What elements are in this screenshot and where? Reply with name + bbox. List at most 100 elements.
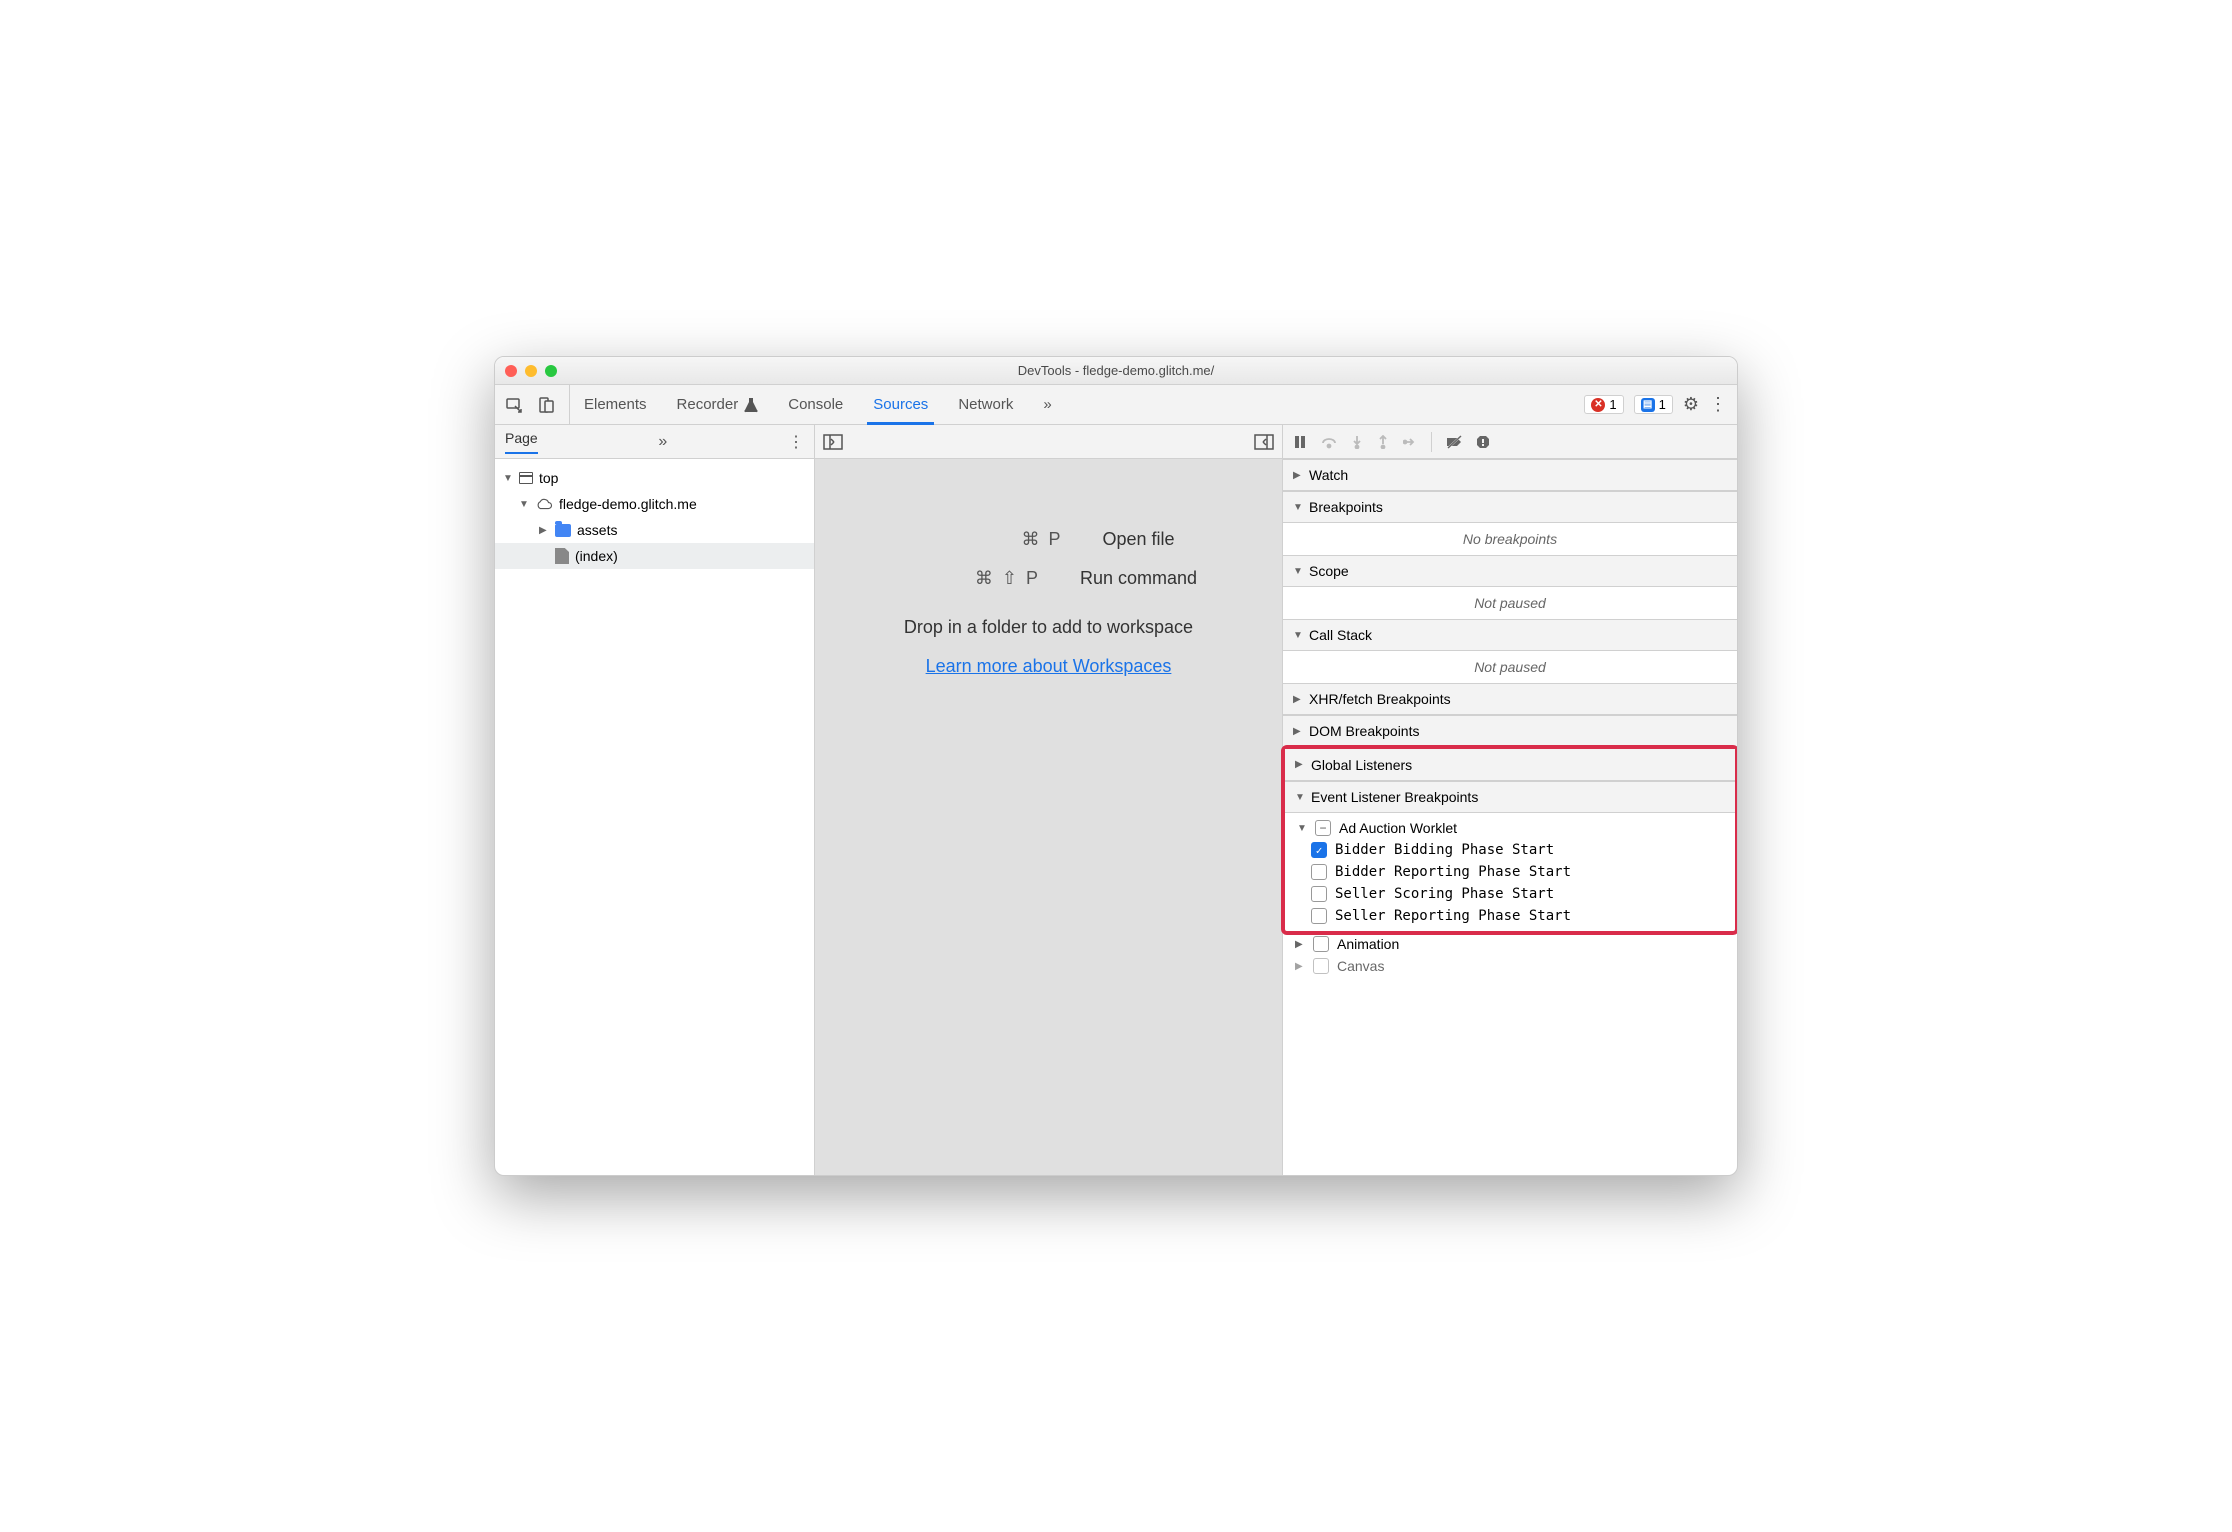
tree-domain[interactable]: ▼ fledge-demo.glitch.me [495,491,814,517]
window-title: DevTools - fledge-demo.glitch.me/ [495,363,1737,378]
chevron-right-icon: ▶ [1293,470,1303,481]
chevron-down-icon: ▼ [1293,630,1303,641]
chevron-down-icon: ▼ [503,473,513,484]
tabs-overflow[interactable]: » [1043,385,1051,424]
chevron-right-icon: ▶ [1293,694,1303,705]
checkbox-unchecked[interactable] [1311,864,1327,880]
panel-tabs: Elements Recorder Console Sources Networ… [584,385,1574,424]
checkbox-unchecked[interactable] [1313,936,1329,952]
section-scope-label: Scope [1309,563,1349,579]
tree-file-index[interactable]: (index) [495,543,814,569]
event-bidder-bidding[interactable]: ✓ Bidder Bidding Phase Start [1291,839,1729,861]
event-seller-scoring[interactable]: Seller Scoring Phase Start [1291,883,1729,905]
section-watch[interactable]: ▶ Watch [1283,459,1737,491]
navigator-overflow[interactable]: » [658,433,667,451]
navigator-menu-icon[interactable]: ⋮ [788,432,804,452]
debugger-pane: ▶Watch ▼Breakpoints No breakpoints ▼Scop… [1283,425,1737,1175]
step-icon[interactable] [1403,435,1417,449]
error-icon: ✕ [1591,398,1605,412]
workspaces-link[interactable]: Learn more about Workspaces [926,656,1172,677]
deactivate-breakpoints-icon[interactable] [1446,435,1462,449]
event-category-canvas[interactable]: ▶ Canvas [1283,955,1737,977]
file-tree: ▼ top ▼ fledge-demo.glitch.me ▶ assets (… [495,459,814,575]
chevron-down-icon: ▼ [1293,566,1303,577]
section-scope[interactable]: ▼ Scope [1283,555,1737,587]
section-xhr-label: XHR/fetch Breakpoints [1309,691,1451,707]
errors-count: 1 [1609,397,1616,412]
event-label: Seller Scoring Phase Start [1335,886,1554,902]
debugger-toolbar [1283,425,1737,459]
checkbox-checked[interactable]: ✓ [1311,842,1327,858]
event-category-label: Ad Auction Worklet [1339,820,1457,836]
section-global-label: Global Listeners [1311,757,1412,773]
tab-recorder-label: Recorder [677,396,739,413]
event-seller-reporting[interactable]: Seller Reporting Phase Start [1291,905,1729,927]
chevron-right-icon: ▶ [539,525,549,536]
message-icon: ▤ [1641,398,1655,412]
section-dom-label: DOM Breakpoints [1309,723,1419,739]
hint-text: Open file [1102,529,1174,550]
hint-run-command: ⌘ ⇧ P Run command [900,568,1197,589]
file-icon [555,548,569,564]
section-breakpoints[interactable]: ▼Breakpoints [1283,491,1737,523]
checkbox-unchecked[interactable] [1311,908,1327,924]
hint-text: Run command [1080,568,1197,589]
hint-keys: ⌘ P [922,529,1062,550]
section-xhr[interactable]: ▶ XHR/fetch Breakpoints [1283,683,1737,715]
event-category-label: Animation [1337,936,1399,952]
tree-top-label: top [539,470,558,486]
tree-domain-label: fledge-demo.glitch.me [559,496,697,512]
tab-console[interactable]: Console [788,385,843,424]
editor-pane: ⌘ P Open file ⌘ ⇧ P Run command Drop in … [815,425,1283,1175]
chevron-right-icon: ▶ [1295,759,1305,770]
section-event-listener-label: Event Listener Breakpoints [1311,789,1478,805]
show-debugger-icon[interactable] [1254,434,1274,450]
step-into-icon[interactable] [1351,435,1363,449]
event-label: Bidder Reporting Phase Start [1335,864,1571,880]
chevron-down-icon: ▼ [519,499,529,510]
tab-page[interactable]: Page [505,430,538,454]
chevron-right-icon: ▶ [1295,961,1305,972]
section-callstack[interactable]: ▼ Call Stack [1283,619,1737,651]
callstack-empty: Not paused [1283,651,1737,683]
messages-count: 1 [1659,397,1666,412]
section-breakpoints-label: Breakpoints [1309,499,1383,515]
kebab-menu-icon[interactable]: ⋮ [1709,394,1727,415]
checkbox-indeterminate[interactable]: − [1315,820,1331,836]
tree-top-frame[interactable]: ▼ top [495,465,814,491]
checkbox-unchecked[interactable] [1313,958,1329,974]
section-callstack-label: Call Stack [1309,627,1372,643]
pause-exceptions-icon[interactable] [1476,435,1490,449]
tree-folder-assets[interactable]: ▶ assets [495,517,814,543]
section-watch-label: Watch [1309,467,1348,483]
show-navigator-icon[interactable] [823,434,843,450]
chevron-right-icon: ▶ [1295,939,1305,950]
flask-icon [744,397,758,413]
event-label: Seller Reporting Phase Start [1335,908,1571,924]
section-event-listener[interactable]: ▼Event Listener Breakpoints [1285,781,1735,813]
tab-network[interactable]: Network [958,385,1013,424]
event-category-animation[interactable]: ▶ Animation [1283,933,1737,955]
messages-badge[interactable]: ▤ 1 [1634,395,1673,414]
step-over-icon[interactable] [1321,435,1337,449]
tab-elements[interactable]: Elements [584,385,647,424]
section-global-listeners[interactable]: ▶ Global Listeners [1285,749,1735,781]
event-category-ad-auction[interactable]: ▼ − Ad Auction Worklet [1291,817,1729,839]
event-bidder-reporting[interactable]: Bidder Reporting Phase Start [1291,861,1729,883]
step-out-icon[interactable] [1377,435,1389,449]
chevron-right-icon: ▶ [1293,726,1303,737]
tab-recorder[interactable]: Recorder [677,385,759,424]
chevron-down-icon: ▼ [1297,823,1307,834]
tab-sources[interactable]: Sources [873,385,928,424]
frame-icon [519,472,533,484]
tree-file-label: (index) [575,548,618,564]
tree-folder-label: assets [577,522,617,538]
errors-badge[interactable]: ✕ 1 [1584,395,1623,414]
section-dom[interactable]: ▶ DOM Breakpoints [1283,715,1737,747]
device-icon[interactable] [537,396,555,414]
scope-empty: Not paused [1283,587,1737,619]
inspect-icon[interactable] [505,396,523,414]
pause-icon[interactable] [1293,435,1307,449]
checkbox-unchecked[interactable] [1311,886,1327,902]
gear-icon[interactable]: ⚙ [1683,394,1699,415]
